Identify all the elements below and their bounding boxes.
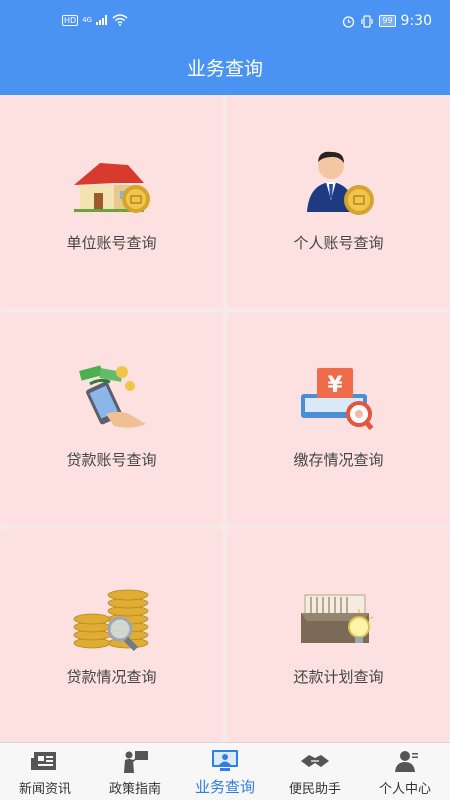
tab-label: 政策指南 xyxy=(108,782,161,797)
monitor-user-icon xyxy=(212,750,238,771)
tile-label: 单位账号查询 xyxy=(66,234,157,252)
yuan-tray-search-icon: ¥ xyxy=(300,368,374,431)
tile-label: 贷款账号查询 xyxy=(66,451,157,469)
bottom-tab-bar: 新闻资讯 政策指南 业务查询 便民助手 个人中心 xyxy=(0,742,450,800)
tile-label: 还款计划查询 xyxy=(293,668,384,686)
network-label: 4G xyxy=(82,15,93,24)
tab-convenience-assistant[interactable]: 便民助手 xyxy=(270,743,360,800)
app-header: HD 4G 99 9:30 业务查询 xyxy=(0,0,450,95)
page-title: 业务查询 xyxy=(186,58,263,80)
query-grid: 单位账号查询 个人账号查询 贷款账号查询 ¥ 缴存情况查询 贷款情况查询 还款计… xyxy=(0,95,450,742)
signal-icon xyxy=(96,15,108,25)
newspaper-icon xyxy=(31,752,56,770)
tile-deposit-status-query[interactable]: ¥ 缴存情况查询 xyxy=(227,312,450,525)
tab-personal-center[interactable]: 个人中心 xyxy=(360,743,450,800)
tile-label: 贷款情况查询 xyxy=(66,668,157,686)
tile-unit-account-query[interactable]: 单位账号查询 xyxy=(0,95,223,308)
handshake-icon xyxy=(301,755,329,767)
user-icon xyxy=(395,751,418,772)
file-box-bulb-icon xyxy=(300,594,373,643)
phone-money-icon xyxy=(78,365,146,428)
tile-personal-account-query[interactable]: 个人账号查询 xyxy=(227,95,450,308)
tile-loan-account-query[interactable]: 贷款账号查询 xyxy=(0,312,223,525)
tile-loan-status-query[interactable]: 贷款情况查询 xyxy=(0,529,223,742)
tab-label: 新闻资讯 xyxy=(18,782,71,797)
clock: 9:30 xyxy=(400,13,432,29)
person-coin-icon xyxy=(306,151,374,215)
tile-repayment-plan-query[interactable]: 还款计划查询 xyxy=(227,529,450,742)
status-left: HD 4G xyxy=(62,14,128,26)
hd-badge: HD xyxy=(62,14,79,26)
tile-label: 缴存情况查询 xyxy=(293,451,384,469)
tab-business-query[interactable]: 业务查询 xyxy=(180,743,270,800)
status-right: 99 9:30 xyxy=(342,13,432,29)
svg-text:¥: ¥ xyxy=(327,373,343,398)
tab-label: 业务查询 xyxy=(194,778,255,796)
presenter-icon xyxy=(124,751,148,773)
tab-label: 个人中心 xyxy=(378,782,431,797)
house-coin-icon xyxy=(73,163,150,213)
tab-news[interactable]: 新闻资讯 xyxy=(0,743,90,800)
tile-label: 个人账号查询 xyxy=(293,234,384,252)
tab-label: 便民助手 xyxy=(288,782,341,797)
alarm-icon xyxy=(343,15,355,28)
coin-stack-magnifier-icon xyxy=(73,589,148,651)
vibrate-icon xyxy=(361,14,373,28)
wifi-icon xyxy=(112,14,128,26)
battery-indicator: 99 xyxy=(379,15,396,27)
status-bar: HD 4G 99 9:30 xyxy=(0,0,450,40)
tab-policy-guide[interactable]: 政策指南 xyxy=(90,743,180,800)
